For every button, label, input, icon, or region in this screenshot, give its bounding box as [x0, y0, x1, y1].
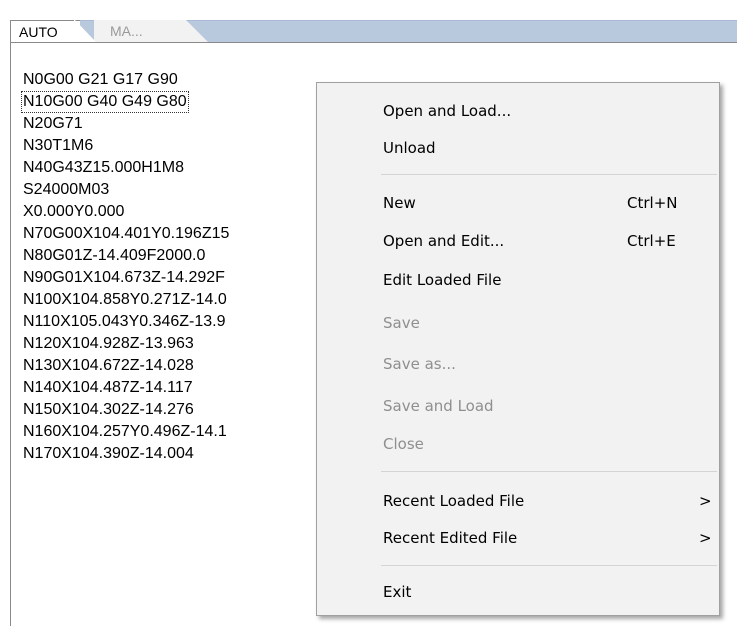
- menu-item-label: Recent Edited File: [383, 529, 518, 547]
- menu-item-new[interactable]: New Ctrl+N: [317, 187, 719, 219]
- menu-item-save-and-load: Save and Load: [317, 390, 719, 422]
- tab-manual[interactable]: MA...: [94, 20, 186, 42]
- tab-strip: MA... AUTO: [0, 0, 737, 44]
- menu-item-edit-loaded-file[interactable]: Edit Loaded File: [317, 264, 719, 296]
- code-line[interactable]: N70G00X104.401Y0.196Z15: [21, 223, 229, 245]
- code-line-text: N70G00X104.401Y0.196Z15: [23, 225, 230, 243]
- chevron-right-icon: >: [699, 492, 712, 510]
- menu-item-unload[interactable]: Unload: [317, 132, 719, 164]
- tab-auto-edge: [74, 19, 96, 42]
- menu-item-save: Save: [317, 307, 719, 339]
- code-line[interactable]: N170X104.390Z-14.004: [21, 443, 229, 465]
- menu-item-save-as: Save as...: [317, 348, 719, 380]
- code-line[interactable]: N0G00 G21 G17 G90: [21, 69, 229, 91]
- chevron-right-icon: >: [699, 529, 712, 547]
- code-line[interactable]: N10G00 G40 G49 G80: [21, 91, 229, 114]
- code-line-text: S24000M03: [23, 181, 110, 199]
- code-line-text: N80G01Z-14.409F2000.0: [23, 247, 206, 265]
- code-line-text: N170X104.390Z-14.004: [23, 445, 194, 463]
- menu-separator: [381, 471, 717, 472]
- menu-item-label: Save and Load: [383, 397, 494, 415]
- code-line[interactable]: N110X105.043Y0.346Z-13.9: [21, 311, 229, 333]
- code-line-text: N40G43Z15.000H1M8: [23, 159, 184, 177]
- code-line[interactable]: N150X104.302Z-14.276: [21, 399, 229, 421]
- code-line[interactable]: N130X104.672Z-14.028: [21, 355, 229, 377]
- menu-item-label: Close: [383, 435, 424, 453]
- menu-item-label: Unload: [383, 139, 436, 157]
- code-line-text: N120X104.928Z-13.963: [23, 335, 194, 353]
- code-line[interactable]: N100X104.858Y0.271Z-14.0: [21, 289, 229, 311]
- menu-item-close: Close: [317, 428, 719, 460]
- code-line-text: X0.000Y0.000: [23, 203, 125, 221]
- code-line-text: N130X104.672Z-14.028: [23, 357, 194, 375]
- code-line-text-focused: N10G00 G40 G49 G80: [21, 91, 189, 114]
- code-line-text: N90G01X104.673Z-14.292F: [23, 269, 225, 287]
- code-line-text: N150X104.302Z-14.276: [23, 401, 194, 419]
- code-line[interactable]: N40G43Z15.000H1M8: [21, 157, 229, 179]
- menu-separator: [381, 565, 717, 566]
- menu-item-label: Save as...: [383, 355, 456, 373]
- gcode-listing[interactable]: N0G00 G21 G17 G90 N10G00 G40 G49 G80 N20…: [21, 69, 229, 465]
- menu-item-label: Save: [383, 314, 420, 332]
- menu-separator: [381, 174, 717, 175]
- code-line-text: N110X105.043Y0.346Z-13.9: [23, 313, 226, 331]
- code-line[interactable]: N160X104.257Y0.496Z-14.1: [21, 421, 229, 443]
- code-line[interactable]: N90G01X104.673Z-14.292F: [21, 267, 229, 289]
- code-line[interactable]: N30T1M6: [21, 135, 229, 157]
- code-line[interactable]: X0.000Y0.000: [21, 201, 229, 223]
- menu-item-open-and-edit[interactable]: Open and Edit... Ctrl+E: [317, 225, 719, 257]
- file-context-menu: Open and Load... Unload New Ctrl+N Open …: [316, 82, 720, 616]
- code-line-text: N140X104.487Z-14.117: [23, 379, 193, 397]
- tab-auto[interactable]: AUTO: [10, 20, 80, 42]
- code-line[interactable]: S24000M03: [21, 179, 229, 201]
- menu-item-label: Open and Edit...: [383, 232, 505, 250]
- editor-border: [10, 20, 11, 626]
- code-line-text: N20G71: [23, 115, 83, 133]
- menu-item-recent-loaded-file[interactable]: Recent Loaded File >: [317, 485, 719, 517]
- menu-item-label: Exit: [383, 583, 412, 601]
- code-line-text: N160X104.257Y0.496Z-14.1: [23, 423, 227, 441]
- menu-item-label: Recent Loaded File: [383, 492, 525, 510]
- menu-item-open-and-load[interactable]: Open and Load...: [317, 95, 719, 127]
- menu-item-exit[interactable]: Exit: [317, 576, 719, 608]
- code-line-text: N30T1M6: [23, 137, 94, 155]
- tab-underline: [10, 42, 737, 43]
- menu-item-recent-edited-file[interactable]: Recent Edited File >: [317, 522, 719, 554]
- code-line[interactable]: N80G01Z-14.409F2000.0: [21, 245, 229, 267]
- tab-manual-edge: [186, 20, 208, 42]
- menu-item-shortcut: Ctrl+N: [627, 194, 678, 212]
- code-line[interactable]: N20G71: [21, 113, 229, 135]
- code-line[interactable]: N140X104.487Z-14.117: [21, 377, 229, 399]
- code-line[interactable]: N120X104.928Z-13.963: [21, 333, 229, 355]
- menu-item-label: New: [383, 194, 416, 212]
- menu-item-label: Open and Load...: [383, 102, 512, 120]
- code-line-text: N0G00 G21 G17 G90: [23, 71, 178, 88]
- menu-item-label: Edit Loaded File: [383, 271, 502, 289]
- code-line-text: N100X104.858Y0.271Z-14.0: [23, 291, 227, 309]
- menu-item-shortcut: Ctrl+E: [627, 232, 676, 250]
